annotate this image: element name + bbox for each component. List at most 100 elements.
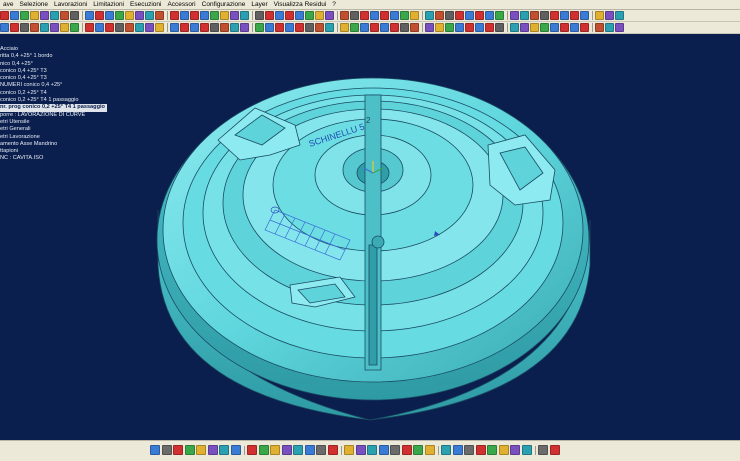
toolbar-button-icon[interactable] bbox=[615, 23, 624, 32]
toolbar-button-icon[interactable] bbox=[95, 11, 104, 20]
toolbar-button-icon[interactable] bbox=[510, 445, 520, 455]
toolbar-button-icon[interactable] bbox=[605, 23, 614, 32]
toolbar-button-icon[interactable] bbox=[145, 23, 154, 32]
toolbar-button-icon[interactable] bbox=[355, 445, 366, 455]
tree-item[interactable]: ttapioni bbox=[0, 148, 140, 155]
toolbar-button-icon[interactable] bbox=[180, 11, 189, 20]
toolbar-button-icon[interactable] bbox=[520, 11, 529, 20]
toolbar-button-icon[interactable] bbox=[435, 11, 444, 20]
toolbar-button-icon[interactable] bbox=[258, 445, 269, 455]
toolbar-button-icon[interactable] bbox=[370, 23, 379, 32]
toolbar-button-icon[interactable] bbox=[190, 11, 199, 20]
toolbar-button-icon[interactable] bbox=[247, 445, 257, 455]
toolbar-button-icon[interactable] bbox=[465, 23, 474, 32]
toolbar-button-icon[interactable] bbox=[390, 11, 399, 20]
toolbar-button-icon[interactable] bbox=[510, 23, 519, 32]
toolbar-button-icon[interactable] bbox=[465, 11, 474, 20]
menu-item[interactable]: Esecuzioni bbox=[127, 0, 164, 9]
toolbar-button-icon[interactable] bbox=[219, 445, 229, 455]
toolbar-button-icon[interactable] bbox=[570, 23, 579, 32]
toolbar-button-icon[interactable] bbox=[10, 11, 19, 20]
toolbar-button-icon[interactable] bbox=[255, 23, 264, 32]
toolbar-button-icon[interactable] bbox=[270, 445, 280, 455]
toolbar-button-icon[interactable] bbox=[281, 445, 292, 455]
toolbar-button-icon[interactable] bbox=[255, 11, 264, 20]
toolbar-button-icon[interactable] bbox=[455, 23, 464, 32]
toolbar-button-icon[interactable] bbox=[305, 23, 314, 32]
toolbar-button-icon[interactable] bbox=[85, 23, 94, 32]
toolbar-button-icon[interactable] bbox=[530, 11, 539, 20]
toolbar-button-icon[interactable] bbox=[400, 23, 409, 32]
menu-item[interactable]: ? bbox=[329, 0, 339, 9]
toolbar-button-icon[interactable] bbox=[485, 23, 494, 32]
tree-item[interactable]: conico 0,4 +25° T3 bbox=[0, 68, 140, 75]
toolbar-button-icon[interactable] bbox=[210, 11, 219, 20]
toolbar-button-icon[interactable] bbox=[445, 11, 454, 20]
toolbar-button-icon[interactable] bbox=[190, 23, 199, 32]
toolbar-button-icon[interactable] bbox=[60, 23, 69, 32]
toolbar-button-icon[interactable] bbox=[521, 445, 532, 455]
toolbar-button-icon[interactable] bbox=[265, 23, 274, 32]
toolbar-button-icon[interactable] bbox=[240, 11, 249, 20]
toolbar-button-icon[interactable] bbox=[380, 11, 389, 20]
toolbar-button-icon[interactable] bbox=[595, 23, 604, 32]
toolbar-button-icon[interactable] bbox=[530, 23, 539, 32]
toolbar-button-icon[interactable] bbox=[230, 445, 241, 455]
toolbar-button-icon[interactable] bbox=[455, 11, 464, 20]
toolbar-button-icon[interactable] bbox=[125, 23, 134, 32]
menu-item[interactable]: Limitazioni bbox=[90, 0, 127, 9]
tree-item[interactable]: porre : LAVORAZIONE DI CURVE bbox=[0, 112, 140, 119]
toolbar-button-icon[interactable] bbox=[549, 445, 560, 455]
toolbar-button-icon[interactable] bbox=[70, 23, 79, 32]
toolbar-button-icon[interactable] bbox=[275, 11, 284, 20]
toolbar-button-icon[interactable] bbox=[487, 445, 497, 455]
tree-item[interactable]: Acciaio bbox=[0, 46, 140, 53]
toolbar-button-icon[interactable] bbox=[145, 11, 154, 20]
tree-item[interactable]: nico 0,4 +25° bbox=[0, 61, 140, 68]
tree-item[interactable]: etri Generali bbox=[0, 126, 140, 133]
toolbar-button-icon[interactable] bbox=[475, 445, 486, 455]
toolbar-button-icon[interactable] bbox=[378, 445, 389, 455]
toolbar-button-icon[interactable] bbox=[220, 23, 229, 32]
toolbar-button-icon[interactable] bbox=[400, 11, 409, 20]
toolbar-button-icon[interactable] bbox=[380, 23, 389, 32]
toolbar-button-icon[interactable] bbox=[360, 11, 369, 20]
toolbar-button-icon[interactable] bbox=[150, 445, 160, 455]
toolbar-button-icon[interactable] bbox=[540, 23, 549, 32]
toolbar-button-icon[interactable] bbox=[495, 11, 504, 20]
toolbar-button-icon[interactable] bbox=[425, 23, 434, 32]
toolbar-button-icon[interactable] bbox=[485, 11, 494, 20]
toolbar-button-icon[interactable] bbox=[605, 11, 614, 20]
toolbar-button-icon[interactable] bbox=[85, 11, 94, 20]
toolbar-button-icon[interactable] bbox=[210, 23, 219, 32]
toolbar-button-icon[interactable] bbox=[350, 23, 359, 32]
toolbar-button-icon[interactable] bbox=[135, 23, 144, 32]
toolbar-button-icon[interactable] bbox=[184, 445, 195, 455]
toolbar-button-icon[interactable] bbox=[367, 445, 377, 455]
tree-item[interactable]: NC : CAVITA.ISO bbox=[0, 155, 140, 162]
toolbar-button-icon[interactable] bbox=[200, 23, 209, 32]
toolbar-button-icon[interactable] bbox=[50, 11, 59, 20]
toolbar-button-icon[interactable] bbox=[105, 11, 114, 20]
toolbar-button-icon[interactable] bbox=[115, 11, 124, 20]
toolbar-button-icon[interactable] bbox=[350, 11, 359, 20]
toolbar-button-icon[interactable] bbox=[20, 23, 29, 32]
toolbar-button-icon[interactable] bbox=[550, 11, 559, 20]
toolbar-button-icon[interactable] bbox=[475, 23, 484, 32]
toolbar-button-icon[interactable] bbox=[295, 11, 304, 20]
toolbar-button-icon[interactable] bbox=[410, 23, 419, 32]
toolbar-button-icon[interactable] bbox=[580, 11, 589, 20]
toolbar-button-icon[interactable] bbox=[10, 23, 19, 32]
menu-item[interactable]: Visualizza Residui bbox=[271, 0, 330, 9]
toolbar-button-icon[interactable] bbox=[538, 445, 548, 455]
toolbar-button-icon[interactable] bbox=[445, 23, 454, 32]
toolbar-button-icon[interactable] bbox=[615, 11, 624, 20]
toolbar-button-icon[interactable] bbox=[305, 11, 314, 20]
toolbar-button-icon[interactable] bbox=[30, 23, 39, 32]
toolbar-button-icon[interactable] bbox=[30, 11, 39, 20]
tree-item[interactable]: amento Asse Mandrino bbox=[0, 141, 140, 148]
toolbar-button-icon[interactable] bbox=[550, 23, 559, 32]
toolbar-button-icon[interactable] bbox=[230, 11, 239, 20]
toolbar-button-icon[interactable] bbox=[170, 11, 179, 20]
toolbar-button-icon[interactable] bbox=[155, 11, 164, 20]
